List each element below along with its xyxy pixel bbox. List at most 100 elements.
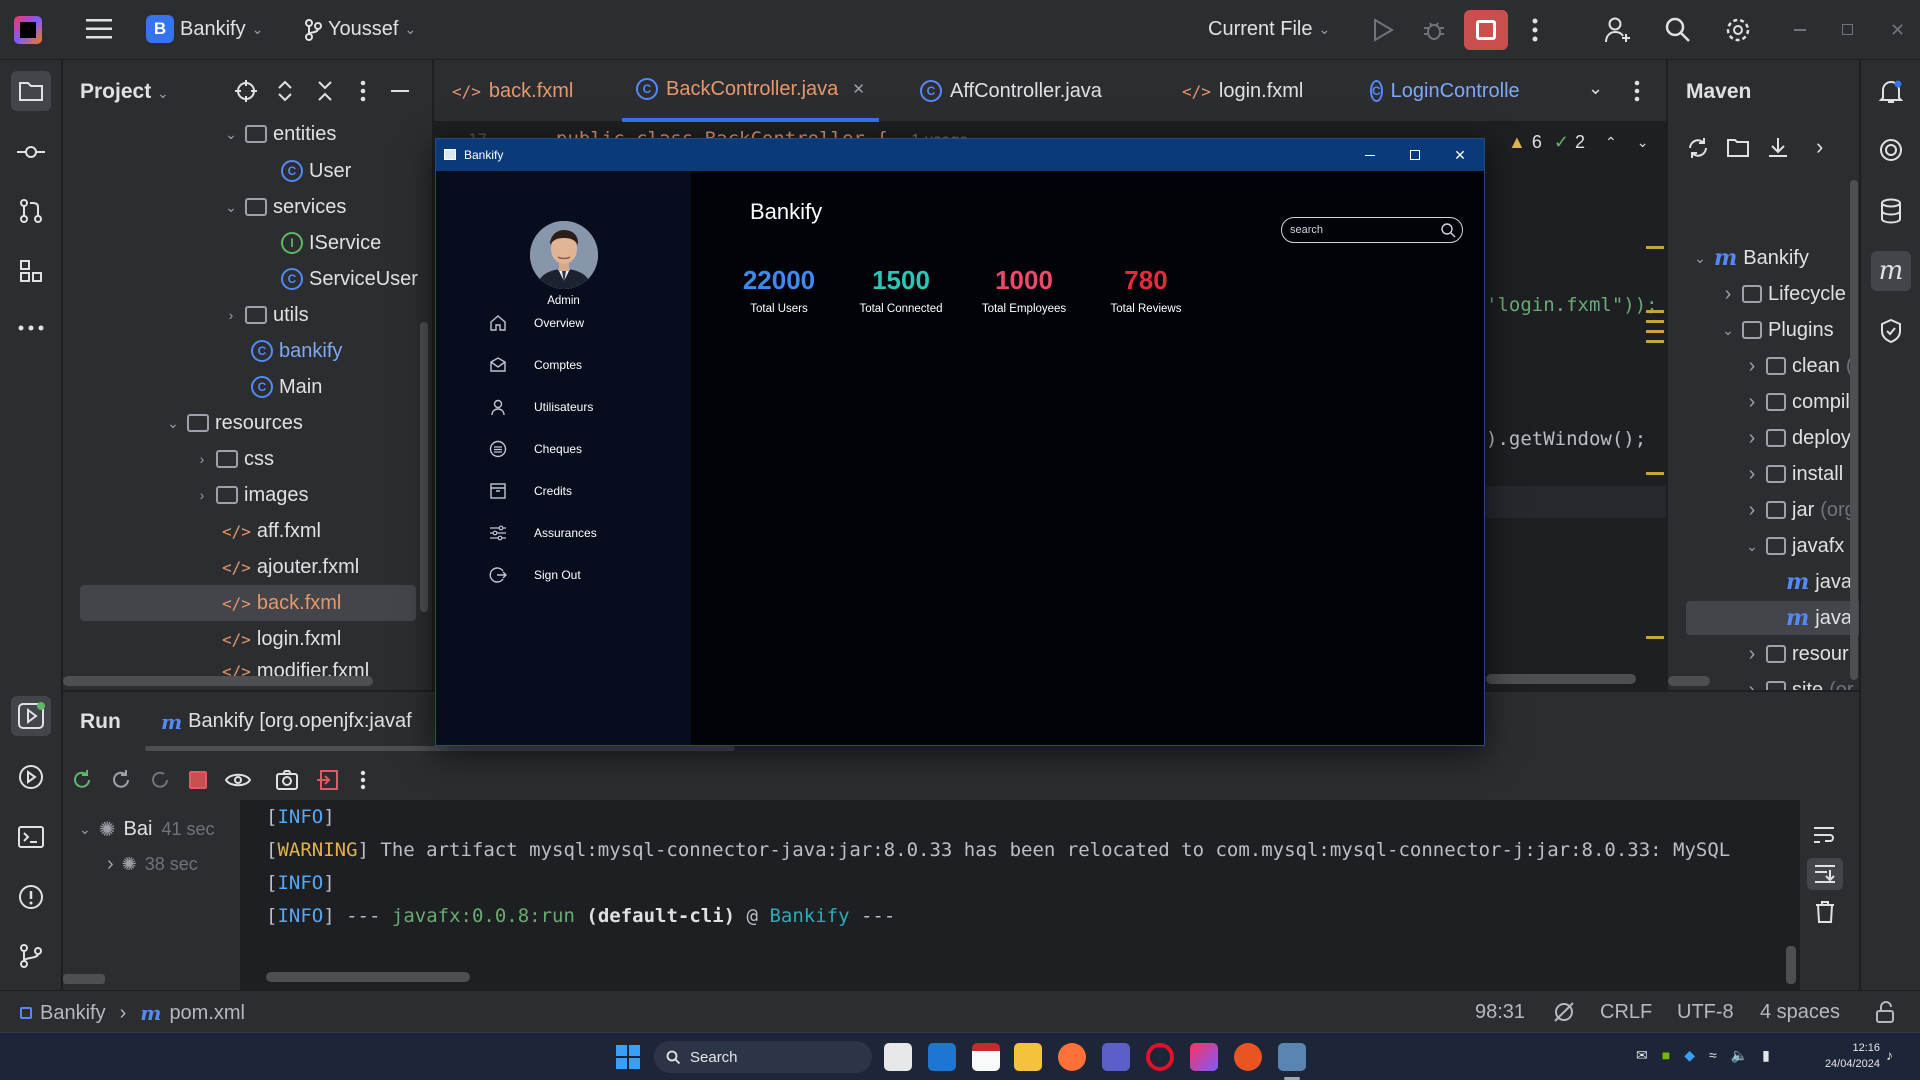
tree-item-ajouter-fxml[interactable]: </> ajouter.fxml: [222, 549, 359, 585]
tab-list-chevron-icon[interactable]: ⌄: [1588, 78, 1603, 99]
console-vertical-scrollbar[interactable]: [1786, 946, 1796, 984]
restart-icon[interactable]: [149, 769, 171, 791]
chevron-right-icon[interactable]: ›: [1816, 134, 1823, 160]
main-menu-icon[interactable]: [86, 18, 112, 40]
database-icon[interactable]: [1871, 191, 1911, 231]
maven-tree-item[interactable]: m java: [1686, 601, 1859, 635]
close-tab-icon[interactable]: ✕: [852, 80, 865, 98]
caret-position[interactable]: 98:31: [1475, 1001, 1525, 1024]
maven-tree-item[interactable]: › deploy: [1744, 421, 1851, 455]
tree-item-iservice[interactable]: I IService: [281, 225, 381, 261]
locate-icon[interactable]: [235, 80, 257, 102]
stop-button[interactable]: [1464, 10, 1508, 50]
tree-item-utils[interactable]: › utils: [223, 297, 309, 333]
services-icon[interactable]: [11, 757, 51, 797]
bankify-title-bar[interactable]: Bankify ✕: [436, 139, 1484, 171]
nav-cheques[interactable]: Cheques: [488, 437, 582, 461]
console-horizontal-scrollbar[interactable]: [266, 972, 470, 982]
minimize-icon[interactable]: [1794, 29, 1806, 31]
maven-tree-item[interactable]: › site (or: [1744, 673, 1854, 690]
more-vertical-icon[interactable]: [1634, 80, 1640, 102]
maven-tree-item[interactable]: › resour: [1744, 637, 1849, 671]
tree-item-images[interactable]: › images: [194, 477, 309, 513]
terminal-icon[interactable]: [11, 817, 51, 857]
console-output[interactable]: [INFO] [WARNING] The artifact mysql:mysq…: [240, 800, 1800, 990]
java-icon[interactable]: [1278, 1043, 1306, 1071]
maven-tree-item[interactable]: › Lifecycle: [1720, 277, 1846, 311]
restore-icon[interactable]: [1842, 24, 1853, 35]
taskbar-search[interactable]: Search: [654, 1041, 872, 1073]
tree-item-serviceuser[interactable]: C ServiceUser: [281, 261, 418, 297]
maven-tree-item[interactable]: › install: [1744, 457, 1843, 491]
structure-icon[interactable]: [11, 251, 51, 291]
breadcrumb-file[interactable]: pom.xml: [169, 1002, 245, 1025]
tree-item-main[interactable]: C Main: [251, 369, 322, 405]
expand-all-icon[interactable]: [277, 80, 293, 102]
shield-icon[interactable]: [1871, 311, 1911, 351]
stop-icon[interactable]: [189, 771, 207, 789]
opera-icon[interactable]: [1146, 1043, 1174, 1071]
teams-icon[interactable]: [1102, 1043, 1130, 1071]
camera-icon[interactable]: [275, 769, 299, 791]
maven-tree-item[interactable]: › compil: [1744, 385, 1850, 419]
maven-tree-item[interactable]: m java: [1786, 565, 1852, 599]
tab-logincontroller-java[interactable]: C LoginController.ja: [1370, 60, 1520, 122]
folder-icon[interactable]: [11, 71, 51, 111]
branch-switcher[interactable]: Youssef ⌄: [304, 18, 416, 41]
maven-tree-item[interactable]: ⌄ javafx: [1744, 529, 1844, 563]
more-vertical-icon[interactable]: [360, 80, 366, 102]
search-input[interactable]: [1281, 217, 1463, 243]
hide-panel-icon[interactable]: [391, 90, 409, 92]
avatar[interactable]: [530, 221, 598, 289]
lock-icon[interactable]: [1874, 1001, 1896, 1023]
maximize-icon[interactable]: [1393, 139, 1437, 171]
soft-wrap-icon[interactable]: [1813, 826, 1835, 844]
run-tab-scrollbar[interactable]: [145, 746, 735, 751]
chevron-down-icon[interactable]: ⌄: [1637, 134, 1649, 151]
maven-tree-item[interactable]: ›clean(: [1744, 349, 1853, 383]
folder-sync-icon[interactable]: [1726, 136, 1750, 160]
tree-item-entities[interactable]: ⌄ entities: [223, 116, 336, 152]
commit-icon[interactable]: [11, 132, 51, 172]
eye-icon[interactable]: [225, 770, 251, 790]
run-icon[interactable]: [1372, 18, 1394, 42]
project-horizontal-scrollbar[interactable]: [63, 676, 373, 686]
scroll-to-end-icon[interactable]: [1807, 858, 1843, 890]
project-vertical-scrollbar[interactable]: [420, 322, 428, 612]
tab-affcontroller-java[interactable]: C AffController.java: [920, 60, 1102, 122]
gear-icon[interactable]: [1724, 16, 1752, 44]
nav-assurances[interactable]: Assurances: [488, 521, 597, 545]
run-tree-child[interactable]: › ✺ 38 sec: [107, 853, 198, 876]
trash-icon[interactable]: [1815, 901, 1835, 923]
maven-tree-item[interactable]: ⌄ Plugins: [1720, 313, 1833, 347]
ide-logo[interactable]: [14, 16, 42, 44]
close-icon[interactable]: ✕: [1890, 20, 1905, 41]
ubuntu-icon[interactable]: [1234, 1043, 1262, 1071]
run-tool-icon[interactable]: [11, 696, 51, 736]
project-switcher[interactable]: B Bankify ⌄: [146, 15, 263, 43]
store-icon[interactable]: [884, 1043, 912, 1071]
pull-request-icon[interactable]: [11, 191, 51, 231]
line-separator[interactable]: CRLF: [1600, 1001, 1652, 1024]
minimize-icon[interactable]: [1348, 139, 1392, 171]
nav-credits[interactable]: Credits: [488, 479, 572, 503]
indent-setting[interactable]: 4 spaces: [1760, 1001, 1840, 1024]
mail-icon[interactable]: [928, 1043, 956, 1071]
rerun-failed-icon[interactable]: [110, 769, 132, 791]
tab-backcontroller-java[interactable]: C BackController.java ✕: [622, 60, 879, 122]
code-style-icon[interactable]: [1552, 1001, 1576, 1023]
tree-item-user[interactable]: C User: [281, 153, 351, 189]
run-config-tab[interactable]: m Bankify [org.openjfx:javaf: [161, 710, 412, 734]
inspection-widget[interactable]: ▲ 6 ✓ 2 ⌃ ⌄: [1508, 132, 1648, 153]
git-icon[interactable]: [11, 936, 51, 976]
ai-assistant-icon[interactable]: [1871, 130, 1911, 170]
notifications-icon[interactable]: [1871, 72, 1911, 112]
tree-item-back-fxml[interactable]: </> back.fxml: [80, 585, 416, 621]
problems-icon[interactable]: [11, 877, 51, 917]
maven-icon[interactable]: m: [1871, 251, 1911, 291]
nav-sign-out[interactable]: Sign Out: [488, 563, 581, 587]
scheduler-icon[interactable]: [972, 1043, 1000, 1071]
tree-item-bankify[interactable]: Cbankify: [251, 333, 342, 369]
chevron-up-icon[interactable]: ⌃: [1605, 134, 1617, 151]
tree-item-resources[interactable]: ⌄ resources: [165, 405, 303, 441]
